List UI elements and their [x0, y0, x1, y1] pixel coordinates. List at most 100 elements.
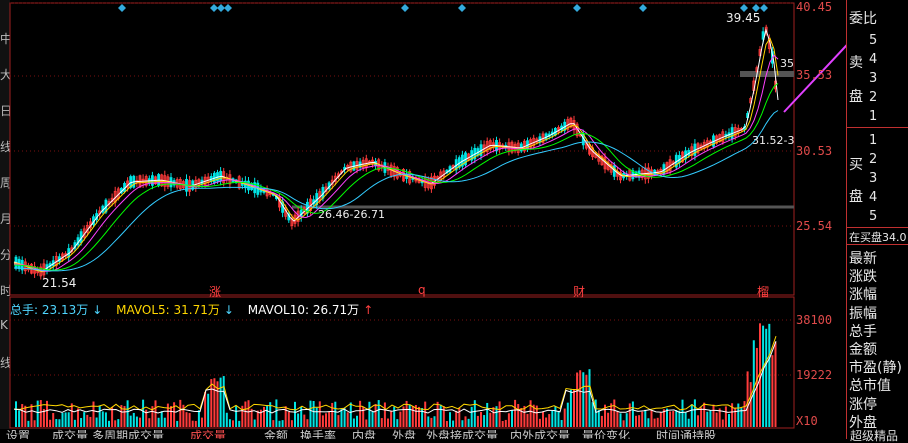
indicator-tab[interactable]: 金额 [264, 429, 288, 439]
event-diamond-icon [639, 4, 647, 12]
volume-bar [21, 404, 24, 427]
indicator-tab-bar: 设置 成交量 多周期成交量 成交量 金额 换手率 内盘 外盘 外盘接成交量 内外成交量 量价变化 时间… [0, 429, 846, 439]
volume-bar [669, 411, 672, 427]
volume-bar [746, 371, 749, 427]
indicator-tab[interactable]: 内外成交量 [510, 429, 570, 439]
volume-bar [774, 342, 777, 427]
volume-bar [684, 412, 687, 427]
volume-bar [340, 409, 343, 427]
volume-bar [312, 401, 315, 427]
volume-bar [275, 399, 278, 427]
volume-bar [256, 410, 259, 427]
ma5-line [13, 28, 779, 272]
volume-bar [470, 406, 473, 427]
mavol5-line [13, 335, 777, 411]
volume-bar [656, 417, 659, 427]
volume-tick-3: X10 [796, 414, 818, 428]
volume-bar [712, 404, 715, 427]
event-marker-3[interactable]: 财 [573, 283, 585, 300]
volume-bar [433, 416, 436, 427]
indicator-tab[interactable]: 量价变化 [582, 429, 630, 439]
sell-level-5[interactable]: 5 [869, 33, 877, 48]
ma60-line [13, 110, 779, 272]
volume-bar [647, 418, 650, 427]
mavol5-arrow: ↓ [223, 303, 234, 317]
volume-bar [33, 420, 36, 427]
volume-bar [625, 413, 628, 427]
volume-bar [318, 401, 321, 427]
indicator-tab[interactable]: 时间通持股 [656, 429, 716, 439]
volume-bar [455, 410, 458, 427]
price-tick-4: 25.54 [796, 219, 833, 233]
volume-bar [67, 412, 70, 427]
right-range-label: 31.52-3 [752, 134, 795, 147]
sell-level-2[interactable]: 2 [869, 90, 877, 105]
volume-bar [207, 393, 210, 427]
volume-bar [80, 418, 83, 427]
indicator-tab[interactable]: 设置 [6, 429, 30, 439]
price-tick-2: 35.53 [796, 68, 833, 82]
event-marker-1[interactable]: 涨 [209, 283, 221, 300]
buy-level-4[interactable]: 4 [869, 190, 877, 205]
volume-bar [445, 420, 448, 427]
volume-bar [191, 420, 194, 427]
volume-bar [436, 401, 439, 427]
volume-bar [480, 411, 482, 427]
volume-bar [315, 407, 318, 427]
volume-bar [498, 401, 501, 427]
kline-chart[interactable] [0, 0, 846, 429]
event-marker-4[interactable]: 榴 [757, 283, 769, 300]
indicator-tab[interactable]: 外盘接成交量 [426, 429, 498, 439]
volume-bar [628, 403, 631, 427]
volume-bar [142, 399, 145, 427]
volume-bar [36, 400, 39, 427]
volume-bar [700, 407, 703, 427]
buy-level-1[interactable]: 1 [869, 133, 877, 148]
volume-bar [697, 415, 699, 427]
volume-bar [170, 406, 172, 427]
indicator-tab[interactable]: 多周期成交量 [92, 429, 164, 439]
volume-bar [108, 420, 110, 427]
indicator-tab[interactable]: 外盘 [392, 429, 416, 439]
sell-label-2: 盘 [849, 89, 863, 105]
volume-bar [591, 402, 594, 427]
volume-bar [511, 410, 513, 427]
volume-bar [579, 370, 582, 427]
volume-bar [126, 400, 129, 427]
volume-bar [374, 403, 377, 427]
volume-bar [70, 403, 73, 427]
event-diamond-icon [401, 4, 409, 12]
sell-level-3[interactable]: 3 [869, 71, 877, 86]
volume-bar [687, 418, 690, 427]
volume-bar [551, 410, 554, 427]
event-marker-2[interactable]: q [418, 283, 426, 297]
volume-bar [517, 404, 520, 427]
stat-label: 最新 [849, 251, 877, 267]
volume-bar [309, 400, 312, 427]
sell-level-1[interactable]: 1 [869, 109, 877, 124]
volume-bar [483, 415, 486, 427]
volume-bar [253, 419, 256, 427]
buy-level-3[interactable]: 3 [869, 171, 877, 186]
indicator-tab[interactable]: 内盘 [352, 429, 376, 439]
volume-bar [201, 417, 203, 427]
volume-bar [538, 418, 541, 427]
event-diamond-icon [224, 4, 232, 12]
volume-bar [380, 418, 383, 427]
volume-bar [771, 355, 774, 427]
right-price-cut-label: 35 [780, 57, 794, 70]
volume-bar [58, 419, 61, 427]
event-diamond-icon [210, 4, 218, 12]
sell-level-4[interactable]: 4 [869, 52, 877, 67]
buy-level-5[interactable]: 5 [869, 209, 877, 224]
indicator-tab[interactable]: 换手率 [300, 429, 336, 439]
indicator-tab[interactable]: 成交量 [52, 429, 88, 439]
buy-level-2[interactable]: 2 [869, 152, 877, 167]
volume-bar [210, 379, 213, 427]
volume-bar [678, 410, 681, 427]
bottom-right-label[interactable]: 超级精品 [850, 429, 898, 443]
volume-bar [724, 406, 727, 427]
indicator-tab[interactable]: 成交量 [190, 429, 226, 439]
volume-legend: 总手: 23.13万 ↓ MAVOL5: 31.71万 ↓ MAVOL10: 26.… [10, 301, 377, 318]
volume-bar [613, 399, 616, 427]
